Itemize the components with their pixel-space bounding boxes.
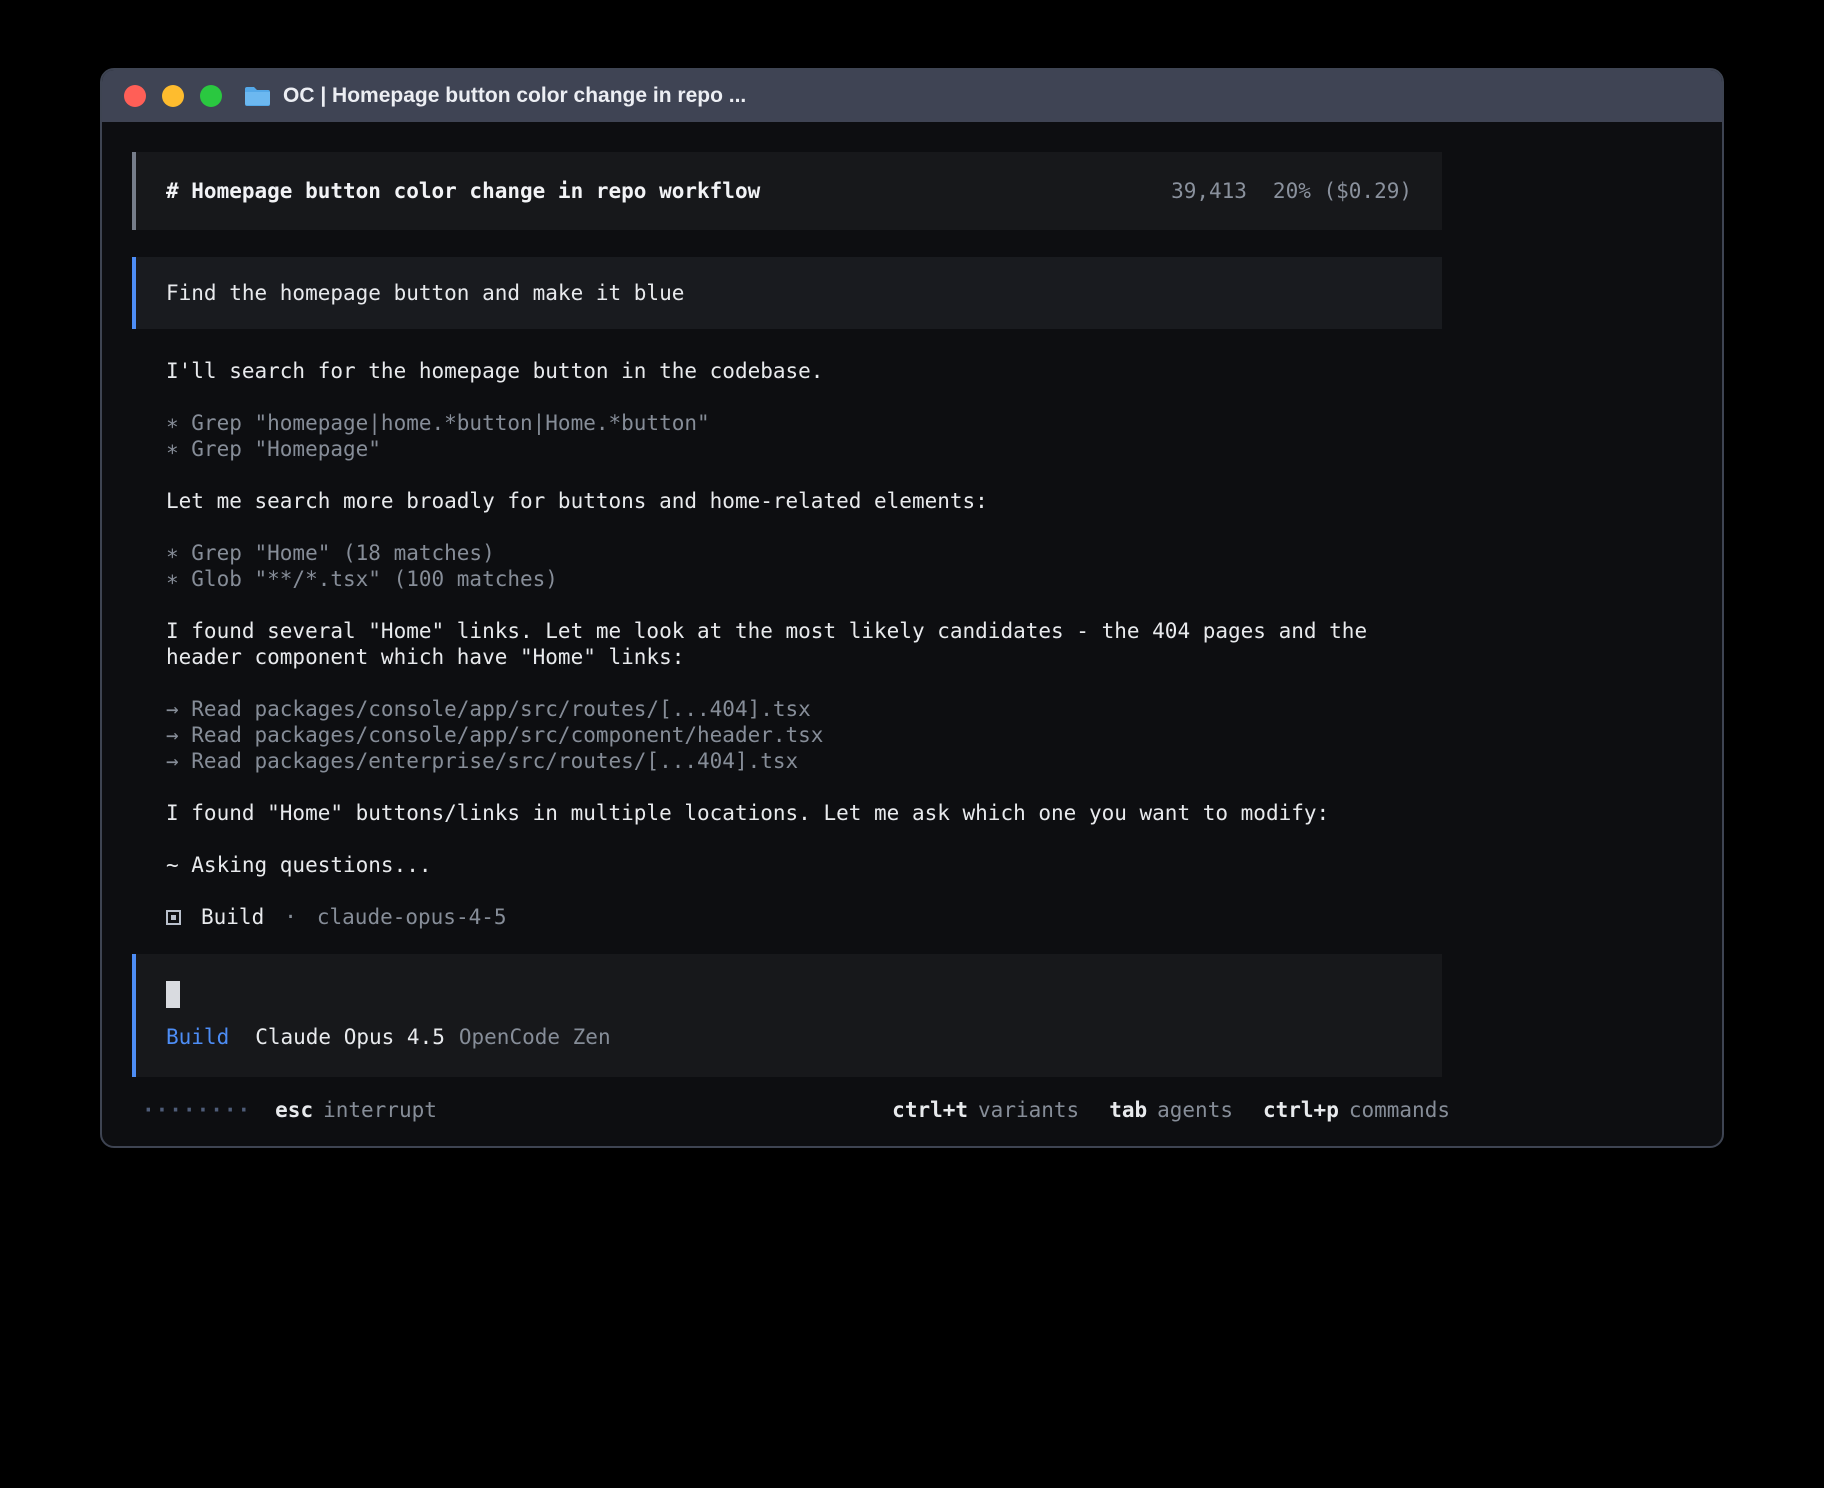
tool-call-grep: ∗ Grep "Home" (18 matches): [132, 540, 1442, 566]
assistant-text: Let me search more broadly for buttons a…: [132, 488, 1442, 514]
close-button[interactable]: [124, 85, 146, 107]
tool-call-glob: ∗ Glob "**/*.tsx" (100 matches): [132, 566, 1442, 592]
window-titlebar[interactable]: OC | Homepage button color change in rep…: [102, 70, 1722, 122]
tool-call-read: → Read packages/console/app/src/routes/[…: [132, 696, 1442, 722]
shortcut-interrupt: esc interrupt: [275, 1097, 437, 1123]
assistant-text: I found "Home" buttons/links in multiple…: [132, 800, 1442, 826]
agent-name: Build: [201, 904, 264, 930]
assistant-text: I found several "Home" links. Let me loo…: [132, 618, 1442, 670]
assistant-status-text: ~ Asking questions...: [132, 852, 1442, 878]
shortcut-variants: ctrl+t variants: [892, 1097, 1079, 1123]
user-message: Find the homepage button and make it blu…: [132, 257, 1442, 329]
prompt-input[interactable]: Build Claude Opus 4.5 OpenCode Zen: [132, 954, 1442, 1077]
session-stats: 39,413 20% ($0.29): [1171, 178, 1412, 204]
zoom-button[interactable]: [200, 85, 222, 107]
terminal-content: # Homepage button color change in repo w…: [102, 122, 1722, 1123]
assistant-text: I'll search for the homepage button in t…: [132, 358, 1442, 384]
traffic-lights: [124, 85, 222, 107]
input-mode-label: Build: [166, 1024, 229, 1050]
window-title: OC | Homepage button color change in rep…: [283, 84, 746, 108]
spinner-dots: ········: [142, 1097, 251, 1123]
agent-icon: [166, 910, 181, 925]
shortcut-commands: ctrl+p commands: [1263, 1097, 1450, 1123]
shortcut-label: agents: [1157, 1097, 1233, 1123]
shortcut-key: ctrl+t: [892, 1097, 968, 1123]
status-bar-right: ctrl+t variants tab agents ctrl+p comman…: [892, 1097, 1450, 1123]
tool-call-grep: ∗ Grep "homepage|home.*button|Home.*butt…: [132, 410, 1442, 436]
status-bar: ········ esc interrupt ctrl+t variants t…: [132, 1097, 1450, 1123]
minimize-button[interactable]: [162, 85, 184, 107]
tool-call-read: → Read packages/enterprise/src/routes/[.…: [132, 748, 1442, 774]
shortcut-label: commands: [1349, 1097, 1450, 1123]
session-title: # Homepage button color change in repo w…: [166, 178, 760, 204]
context-usage: 20% ($0.29): [1273, 178, 1412, 204]
shortcut-key: esc: [275, 1097, 313, 1123]
input-model-label: Claude Opus 4.5: [255, 1024, 445, 1050]
tool-call-read: → Read packages/console/app/src/componen…: [132, 722, 1442, 748]
shortcut-key: tab: [1109, 1097, 1147, 1123]
tool-call-grep: ∗ Grep "Homepage": [132, 436, 1442, 462]
shortcut-agents: tab agents: [1109, 1097, 1233, 1123]
user-message-text: Find the homepage button and make it blu…: [166, 281, 684, 305]
input-provider-label: OpenCode Zen: [459, 1024, 611, 1050]
status-bar-left: ········ esc interrupt: [142, 1097, 437, 1123]
shortcut-label: variants: [978, 1097, 1079, 1123]
agent-separator: ·: [284, 904, 297, 930]
token-count: 39,413: [1171, 178, 1247, 204]
shortcut-label: interrupt: [323, 1097, 437, 1123]
agent-status-line: Build · claude-opus-4-5: [132, 904, 1722, 930]
session-header: # Homepage button color change in repo w…: [132, 152, 1442, 230]
input-footer: Build Claude Opus 4.5 OpenCode Zen: [166, 1024, 1412, 1050]
text-cursor: [166, 981, 180, 1008]
shortcut-key: ctrl+p: [1263, 1097, 1339, 1123]
terminal-window: OC | Homepage button color change in rep…: [100, 68, 1724, 1148]
folder-icon: [244, 85, 271, 107]
agent-model: claude-opus-4-5: [317, 904, 507, 930]
